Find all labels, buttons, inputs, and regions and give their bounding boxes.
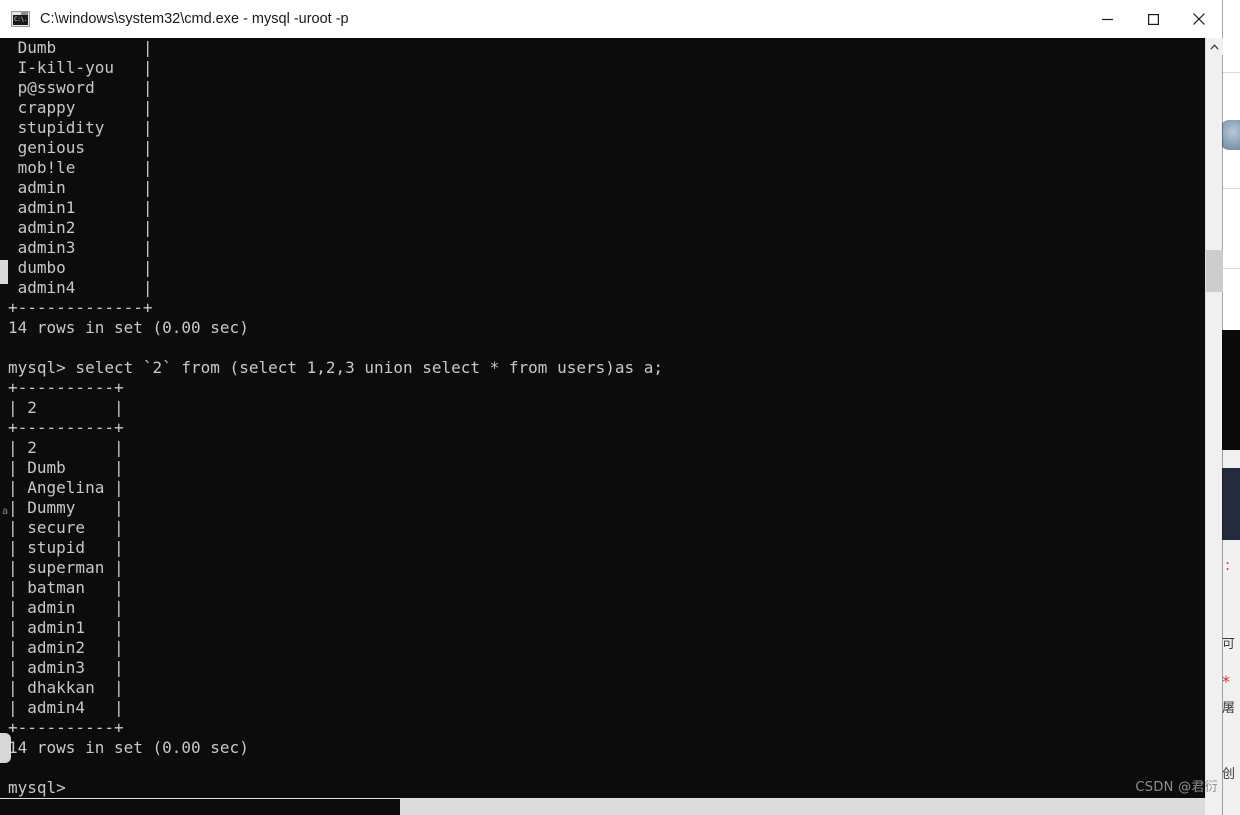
- title-bar[interactable]: C:\windows\system32\cmd.exe - mysql -uro…: [0, 0, 1222, 39]
- console-line: | admin4 |: [8, 698, 124, 717]
- console-line: 14 rows in set (0.00 sec): [8, 318, 249, 337]
- console-line: mysql> select `2` from (select 1,2,3 uni…: [8, 358, 664, 377]
- console-line: mysql>: [8, 778, 66, 797]
- horizontal-scrollbar[interactable]: [0, 798, 1205, 815]
- close-icon: [1193, 13, 1205, 25]
- console-line: | admin |: [8, 598, 124, 617]
- cmd-console-window: C:\windows\system32\cmd.exe - mysql -uro…: [0, 0, 1223, 815]
- console-line: admin1 |: [8, 198, 153, 217]
- console-line: | Angelina |: [8, 478, 124, 497]
- maximize-button[interactable]: [1130, 0, 1176, 38]
- console-line: +-------------+: [8, 298, 153, 317]
- vertical-scrollbar-thumb[interactable]: [1206, 250, 1223, 292]
- close-button[interactable]: [1176, 0, 1222, 38]
- scrollbar-corner: [1205, 798, 1222, 815]
- console-line: | 2 |: [8, 438, 124, 457]
- console-line: genious |: [8, 138, 153, 157]
- console-line: | admin1 |: [8, 618, 124, 637]
- console-output: Dumb | I-kill-you | p@ssword | crappy | …: [8, 38, 1200, 797]
- console-line: | admin3 |: [8, 658, 124, 677]
- left-edge-marker: a: [2, 506, 9, 517]
- console-line: admin4 |: [8, 278, 153, 297]
- console-line: +----------+: [8, 378, 124, 397]
- console-line: | batman |: [8, 578, 124, 597]
- minimize-button[interactable]: [1084, 0, 1130, 38]
- console-line: stupidity |: [8, 118, 153, 137]
- console-body[interactable]: Dumb | I-kill-you | p@ssword | crappy | …: [0, 38, 1223, 815]
- cmd-console-icon: [11, 11, 30, 27]
- background-glyph-1: 可: [1222, 637, 1236, 652]
- vertical-scrollbar[interactable]: [1205, 38, 1223, 798]
- console-line: | secure |: [8, 518, 124, 537]
- background-red-colon: :: [1224, 556, 1230, 574]
- minimize-icon: [1101, 18, 1113, 20]
- console-line: I-kill-you |: [8, 58, 153, 77]
- console-line: crappy |: [8, 98, 153, 117]
- console-line: | Dumb |: [8, 458, 124, 477]
- console-line: mob!le |: [8, 158, 153, 177]
- console-line: p@ssword |: [8, 78, 153, 97]
- console-line: | dhakkan |: [8, 678, 124, 697]
- window-title: C:\windows\system32\cmd.exe - mysql -uro…: [40, 11, 349, 27]
- background-glyph-3: 创: [1222, 767, 1236, 782]
- console-line: admin |: [8, 178, 153, 197]
- console-line: | admin2 |: [8, 638, 124, 657]
- console-line: +----------+: [8, 418, 124, 437]
- console-line: +----------+: [8, 718, 124, 737]
- console-line: 14 rows in set (0.00 sec): [8, 738, 249, 757]
- console-line: admin2 |: [8, 218, 153, 237]
- console-line: dumbo |: [8, 258, 153, 277]
- background-glyph-2: 屠: [1222, 701, 1236, 716]
- scroll-up-button[interactable]: [1206, 38, 1223, 55]
- horizontal-scrollbar-track[interactable]: [400, 799, 1205, 815]
- left-edge-artifact: [0, 733, 11, 763]
- console-line: admin3 |: [8, 238, 153, 257]
- maximize-icon: [1147, 13, 1159, 25]
- background-red-asterisk: *: [1222, 672, 1230, 691]
- console-line: | stupid |: [8, 538, 124, 557]
- window-controls: [1084, 0, 1222, 38]
- watermark: CSDN @君衍: [1135, 780, 1218, 795]
- horizontal-scrollbar-thumb[interactable]: [0, 799, 400, 815]
- title-bar-left: C:\windows\system32\cmd.exe - mysql -uro…: [0, 11, 1084, 27]
- console-line: | 2 |: [8, 398, 124, 417]
- console-line: | Dummy |: [8, 498, 124, 517]
- left-edge-artifact: [0, 260, 8, 284]
- console-line: Dumb |: [8, 38, 153, 57]
- chevron-up-icon: [1210, 43, 1219, 50]
- console-line: | superman |: [8, 558, 124, 577]
